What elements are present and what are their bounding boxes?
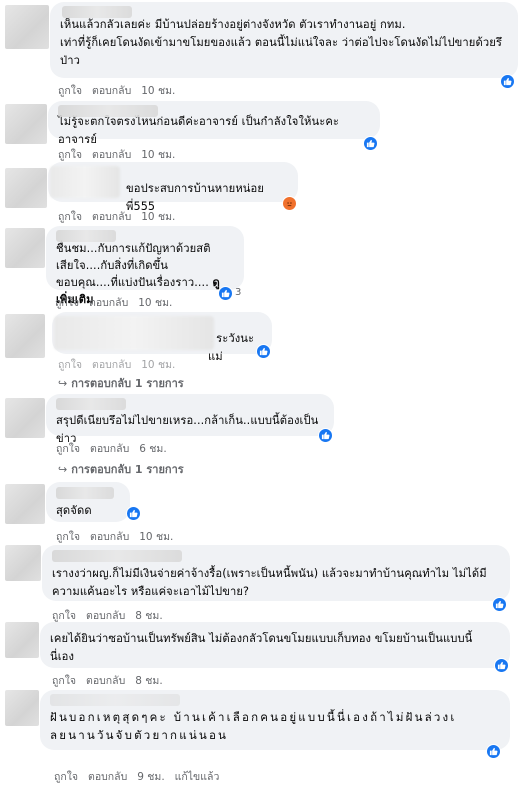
comment-bubble: สรุปดีเนียบรึอไม่ไปขายเหรอ...กล้าเก็น..แ… [46,394,334,445]
timestamp[interactable]: 10 ชม. [141,211,175,223]
avatar[interactable] [5,5,49,49]
like-button[interactable]: ถูกใจ [56,443,80,455]
avatar[interactable] [5,545,41,581]
timestamp[interactable]: 8 ชม. [135,675,162,687]
comment-actions: ถูกใจ ตอบกลับ 10 ชม. [56,528,183,545]
like-reaction-icon[interactable] [318,428,333,443]
comment-actions: ถูกใจ ตอบกลับ 9 ชม. แก้ไขแล้ว [54,768,229,785]
like-reaction-icon[interactable] [492,597,507,612]
reply-arrow-icon: ↪ [58,463,68,476]
like-button[interactable]: ถูกใจ [58,85,82,97]
avatar[interactable] [5,398,45,438]
author-name[interactable] [52,550,182,562]
avatar[interactable] [5,484,45,524]
comment-actions: ถูกใจ ตอบกลับ 8 ชม. [52,672,173,689]
reply-button[interactable]: ตอบกลับ [88,771,127,783]
like-button[interactable]: ถูกใจ [58,211,82,223]
avatar[interactable] [5,622,39,658]
comment-actions: ถูกใจ ตอบกลับ 10 ชม. [55,294,182,311]
comment-actions: ถูกใจ ตอบกลับ 10 ชม. [58,208,185,225]
author-name[interactable] [56,230,116,242]
comment-bubble: ฝันบอกเหตุสุดๆคะ บ้านเค้าเลือกคนอยู่แบบน… [40,690,510,750]
avatar[interactable] [5,168,47,208]
comment-text: เคยได้ยินว่าซอบ้านเป็นทรัพย์สิน ไม่ต้องก… [50,632,473,663]
timestamp[interactable]: 6 ชม. [139,443,166,455]
reply-button[interactable]: ตอบกลับ [92,85,131,97]
avatar[interactable] [5,104,47,144]
comment-text-line: เสียใจ....กับสิ่งที่เกิดขึ้น [56,259,169,272]
comment-actions: ถูกใจ ตอบกลับ 10 ชม. [58,146,185,163]
reply-button[interactable]: ตอบกลับ [86,610,125,622]
like-button[interactable]: ถูกใจ [56,531,80,543]
timestamp[interactable]: 10 ชม. [141,85,175,97]
comment-bubble: เห็นแล้วกลัวเลยค่ะ มีบ้านปล่อยร้างอยู่ต่… [50,2,518,78]
like-reaction-icon[interactable] [486,744,501,759]
comment-bubble: ชื่นชม...กับการแก้ปัญหาด้วยสติ เสียใจ...… [46,226,244,306]
angry-reaction-icon[interactable] [282,196,297,211]
reply-arrow-icon: ↪ [58,377,68,390]
author-name[interactable] [56,398,126,410]
like-button[interactable]: ถูกใจ [58,359,82,371]
author-name[interactable] [50,166,120,198]
reaction-count[interactable]: 3 [235,287,241,298]
like-reaction-icon[interactable] [256,344,271,359]
reply-button[interactable]: ตอบกลับ [92,149,131,161]
comment-text: t ระวังนะแม่ [208,332,255,363]
like-button[interactable]: ถูกใจ [55,297,79,309]
reply-button[interactable]: ตอบกลับ [89,297,128,309]
timestamp[interactable]: 8 ชม. [135,610,162,622]
timestamp[interactable]: 10 ชม. [141,359,175,371]
like-button[interactable]: ถูกใจ [52,610,76,622]
reply-button[interactable]: ตอบกลับ [92,211,131,223]
like-reaction-icon[interactable] [218,286,233,301]
comment-text-end: ขอบคุณ....ที่แบ่งปันเรื่องราว.... [56,276,209,289]
like-button[interactable]: ถูกใจ [52,675,76,687]
like-reaction-icon[interactable] [126,506,141,521]
like-reaction-icon[interactable] [363,136,378,151]
avatar[interactable] [5,228,45,268]
author-name[interactable] [56,487,114,499]
comment-bubble: ไม่รู้จะตกใจตรงไหนก่อนดีค่ะอาจารย์ เป็นก… [48,101,380,146]
author-name[interactable] [58,105,158,117]
replies-count[interactable]: การตอบกลับ 1 รายการ [71,377,183,390]
view-replies-link[interactable]: ↪ การตอบกลับ 1 รายการ [58,374,184,392]
view-replies-link[interactable]: ↪ การตอบกลับ 1 รายการ [58,460,184,478]
like-reaction-icon[interactable] [500,74,515,89]
timestamp[interactable]: 9 ชม. [137,771,164,783]
reply-button[interactable]: ตอบกลับ [90,443,129,455]
author-name[interactable] [54,316,214,350]
timestamp[interactable]: 10 ชม. [141,149,175,161]
comment-actions: ถูกใจ ตอบกลับ 10 ชม. [58,356,185,373]
timestamp[interactable]: 10 ชม. [138,297,172,309]
author-name[interactable] [62,6,132,18]
reply-button[interactable]: ตอบกลับ [92,359,131,371]
reply-button[interactable]: ตอบกลับ [86,675,125,687]
comment-actions: ถูกใจ ตอบกลับ 10 ชม. [58,82,185,99]
timestamp[interactable]: 10 ชม. [139,531,173,543]
comment-bubble: เคยได้ยินว่าซอบ้านเป็นทรัพย์สิน ไม่ต้องก… [40,622,510,668]
comment-actions: ถูกใจ ตอบกลับ 6 ชม. [56,440,177,457]
like-button[interactable]: ถูกใจ [58,149,82,161]
comment-bubble: เรางงว่าผญ.ก็ไม่มีเงินจ่ายค่าจ้างรื้อ(เพ… [42,545,510,601]
comment-text-line: ชื่นชม...กับการแก้ปัญหาด้วยสติ [56,242,211,255]
replies-count[interactable]: การตอบกลับ 1 รายการ [71,463,183,476]
comment-bubble: t ระวังนะแม่ [52,312,272,363]
avatar[interactable] [5,690,39,726]
comment-bubble: ขอประสบการบ้านหายหน่อยพี่555 [48,162,298,213]
author-name[interactable] [50,694,180,706]
edited-label[interactable]: แก้ไขแล้ว [175,771,220,783]
comment-bubble: สุดจัดด [46,482,130,522]
like-reaction-icon[interactable] [494,658,509,673]
avatar[interactable] [5,314,45,358]
like-button[interactable]: ถูกใจ [54,771,78,783]
reply-button[interactable]: ตอบกลับ [90,531,129,543]
